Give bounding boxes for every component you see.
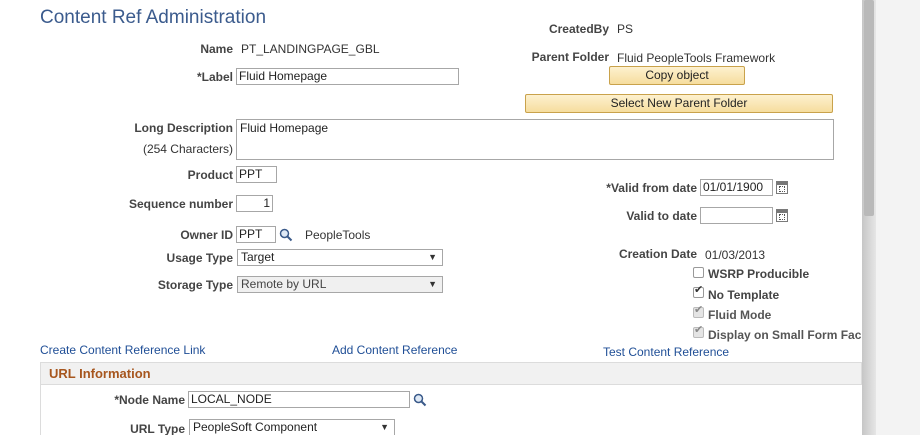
calendar-icon[interactable] <box>776 209 788 222</box>
storage-type-label: Storage Type <box>157 278 233 292</box>
url-type-select[interactable]: PeopleSoft Component ▼ <box>189 419 395 435</box>
display-small-form-factor-label: Display on Small Form Fac <box>708 328 862 342</box>
product-label: Product <box>187 168 233 182</box>
name-label: Name <box>200 42 233 56</box>
test-content-reference-link[interactable]: Test Content Reference <box>603 345 729 359</box>
select-new-parent-folder-button[interactable]: Select New Parent Folder <box>525 94 833 113</box>
valid-from-date-input[interactable]: 01/01/1900 <box>700 179 773 196</box>
copy-object-button[interactable]: Copy object <box>609 66 745 85</box>
node-name-lookup-icon[interactable] <box>413 393 427 407</box>
owner-id-lookup-icon[interactable] <box>279 228 293 242</box>
node-name-label: *Node Name <box>114 393 185 407</box>
sequence-number-input[interactable]: 1 <box>236 195 273 212</box>
label-field-label: *Label <box>196 70 233 84</box>
url-type-value: PeopleSoft Component <box>193 420 318 434</box>
calendar-icon[interactable] <box>776 181 788 194</box>
storage-type-select[interactable]: Remote by URL ▼ <box>237 276 443 293</box>
usage-type-value: Target <box>241 250 275 264</box>
checkmark-icon: ✔ <box>694 324 704 336</box>
valid-to-date-input[interactable] <box>700 207 773 224</box>
chevron-down-icon: ▼ <box>428 279 437 289</box>
created-by-value: PS <box>617 22 634 36</box>
fluid-mode-checkbox[interactable]: ✔ <box>693 304 704 318</box>
long-description-label: Long Description <box>134 121 233 135</box>
creation-date-value: 01/03/2013 <box>705 248 766 262</box>
url-information-title: URL Information <box>49 366 151 381</box>
no-template-label: No Template <box>708 288 780 302</box>
valid-to-date-label: Valid to date <box>626 209 697 223</box>
fluid-mode-label: Fluid Mode <box>708 308 772 322</box>
parent-folder-label: Parent Folder <box>531 50 609 64</box>
wsrp-producible-label: WSRP Producible <box>708 267 810 281</box>
no-template-checkbox[interactable]: ✔ <box>693 284 704 298</box>
parent-folder-value: Fluid PeopleTools Framework <box>617 51 776 65</box>
storage-type-value: Remote by URL <box>241 277 327 291</box>
owner-id-description: PeopleTools <box>305 228 371 242</box>
chevron-down-icon: ▼ <box>380 422 389 432</box>
url-type-label: URL Type <box>130 422 185 435</box>
created-by-label: CreatedBy <box>548 22 609 36</box>
long-description-sublabel: (254 Characters) <box>142 142 233 156</box>
valid-from-date-label: *Valid from date <box>606 181 697 195</box>
scrollbar-thumb[interactable] <box>864 0 874 216</box>
url-information-header: URL Information <box>40 362 862 385</box>
owner-id-input[interactable]: PPT <box>236 226 276 243</box>
checkmark-icon: ✔ <box>694 284 704 296</box>
add-content-reference-link[interactable]: Add Content Reference <box>332 343 457 357</box>
background-outside-page <box>876 0 920 435</box>
content-ref-admin-page: Content Ref Administration Name PT_LANDI… <box>0 0 862 435</box>
wsrp-producible-checkbox[interactable] <box>693 267 704 278</box>
product-input[interactable]: PPT <box>236 166 277 183</box>
name-value: PT_LANDINGPAGE_GBL <box>241 42 380 56</box>
usage-type-label: Usage Type <box>166 251 233 265</box>
sequence-number-label: Sequence number <box>128 197 233 211</box>
page-title: Content Ref Administration <box>40 7 267 28</box>
usage-type-select[interactable]: Target ▼ <box>237 249 443 266</box>
node-name-input[interactable]: LOCAL_NODE <box>188 391 410 408</box>
checkmark-icon: ✔ <box>694 304 704 316</box>
owner-id-label: Owner ID <box>180 228 233 242</box>
vertical-scrollbar[interactable] <box>862 0 876 435</box>
long-description-textarea[interactable]: Fluid Homepage <box>236 119 834 160</box>
label-input[interactable]: Fluid Homepage <box>236 68 459 85</box>
create-content-reference-link[interactable]: Create Content Reference Link <box>40 343 205 357</box>
creation-date-label: Creation Date <box>618 247 697 261</box>
display-small-form-factor-checkbox[interactable]: ✔ <box>693 324 704 338</box>
chevron-down-icon: ▼ <box>428 252 437 262</box>
